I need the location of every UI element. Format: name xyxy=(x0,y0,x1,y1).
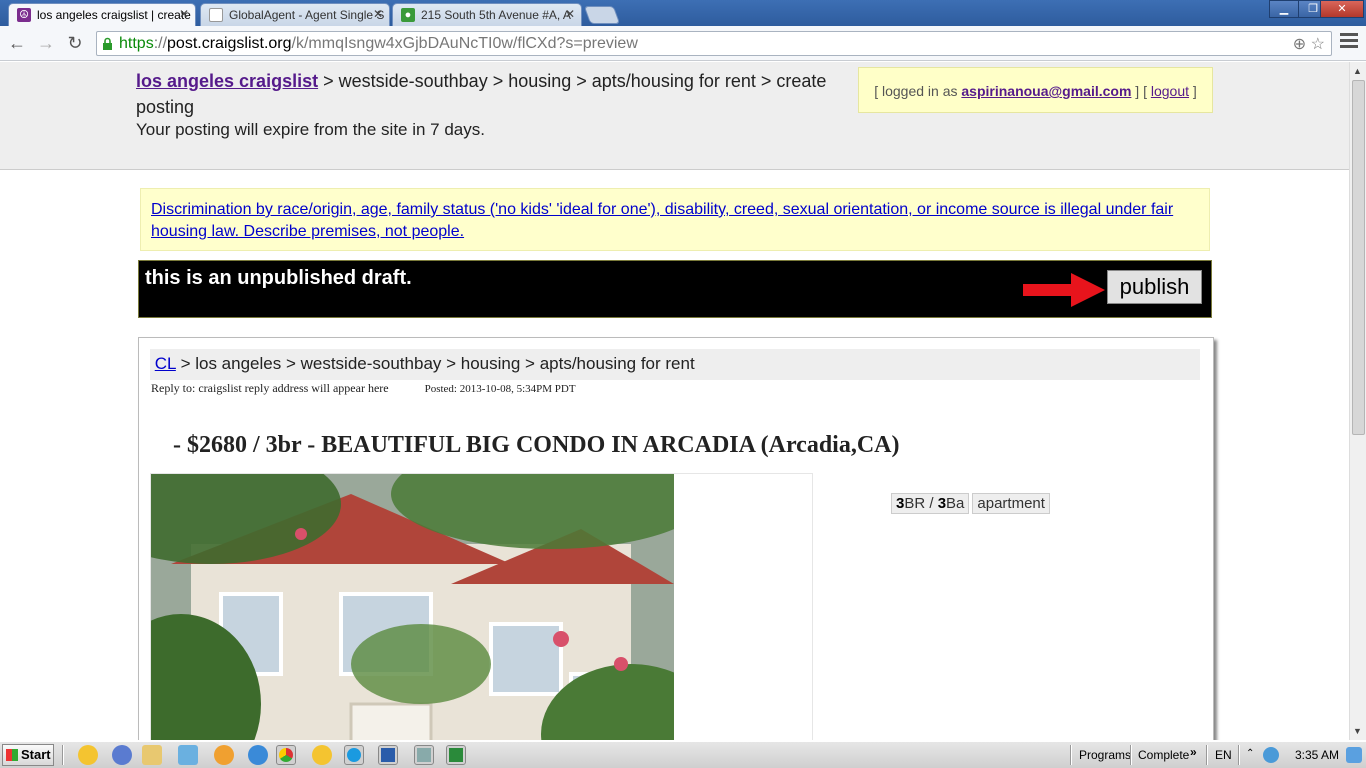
peace-icon: ☮ xyxy=(17,8,31,22)
zoom-icon[interactable]: ⊕ xyxy=(1293,36,1306,53)
start-label: Start xyxy=(21,747,51,762)
excel-icon[interactable] xyxy=(446,745,466,765)
page-viewport: los angeles craigslist > westside-southb… xyxy=(0,62,1349,740)
header-breadcrumb: los angeles craigslist > westside-southb… xyxy=(136,68,846,120)
app-icon[interactable] xyxy=(112,745,132,765)
page-icon xyxy=(209,8,223,22)
scrollbar-thumb[interactable] xyxy=(1352,80,1365,435)
bookmark-star-icon[interactable]: ☆ xyxy=(1311,36,1325,53)
house-photo-illustration xyxy=(151,474,674,740)
tab-title: 215 South 5th Avenue #A, A xyxy=(421,8,571,22)
close-icon[interactable]: ✕ xyxy=(179,7,189,21)
bathroom-label: Ba xyxy=(946,495,965,512)
listing-photo[interactable] xyxy=(151,474,674,740)
clock[interactable]: 3:35 AM xyxy=(1295,748,1339,762)
smiley-icon[interactable] xyxy=(78,745,98,765)
logout-link[interactable]: logout xyxy=(1151,83,1189,99)
publish-button[interactable]: publish xyxy=(1107,270,1202,304)
programs-toolbar[interactable]: Programs xyxy=(1079,748,1131,762)
bed-bath-attribute: 3BR / 3Ba xyxy=(891,493,970,514)
map-pin-icon: ● xyxy=(401,8,415,22)
expire-notice: Your posting will expire from the site i… xyxy=(136,120,485,139)
site-home-link[interactable]: los angeles craigslist xyxy=(136,71,318,91)
chrome-icon[interactable] xyxy=(276,745,296,765)
start-button[interactable]: Start xyxy=(2,744,54,766)
tab-strip: ☮ los angeles craigslist | create ✕ Glob… xyxy=(0,0,1366,26)
lock-icon xyxy=(103,37,112,50)
browser-toolbar: ← → ↻ https://post.craigslist.org/k/mmqI… xyxy=(0,26,1366,61)
folder-icon[interactable] xyxy=(142,745,162,765)
posted-date: Posted: 2013-10-08, 5:34PM PDT xyxy=(424,383,576,395)
taskbar-separator xyxy=(1070,745,1072,765)
reply-to-text: Reply to: craigslist reply address will … xyxy=(151,381,389,395)
fair-housing-notice: Discrimination by race/origin, age, fami… xyxy=(140,188,1210,251)
taskbar-separator xyxy=(62,745,64,765)
skype-icon[interactable] xyxy=(344,745,364,765)
listing-attributes: 3BR / 3Ba apartment xyxy=(891,493,1053,514)
login-status-box: [ logged in as aspirinanoua@gmail.com ] … xyxy=(858,67,1213,113)
login-middle: ] [ xyxy=(1131,83,1151,99)
taskbar: Start Programs Complete » EN ⌃ 3:35 AM xyxy=(0,741,1366,768)
login-prefix: [ logged in as xyxy=(874,83,962,99)
language-indicator[interactable]: EN xyxy=(1215,748,1232,762)
posting-title: - $2680 / 3br - BEAUTIFUL BIG CONDO IN A… xyxy=(173,432,900,458)
complete-toolbar[interactable]: Complete xyxy=(1138,748,1189,762)
tab-map[interactable]: ● 215 South 5th Avenue #A, A ✕ xyxy=(392,3,582,26)
url-scheme: https xyxy=(119,35,154,52)
messenger-icon[interactable] xyxy=(214,745,234,765)
taskbar-separator xyxy=(1206,745,1208,765)
network-icon[interactable] xyxy=(1263,747,1279,763)
scroll-down-icon[interactable]: ▼ xyxy=(1353,726,1362,736)
bathroom-count: 3 xyxy=(937,495,947,512)
posting-breadcrumb-rest: > los angeles > westside-southbay > hous… xyxy=(175,354,695,373)
bedroom-label: BR / xyxy=(904,495,938,512)
smiley-icon[interactable] xyxy=(312,745,332,765)
back-icon[interactable]: ← xyxy=(6,32,28,54)
tab-title: GlobalAgent - Agent Single S xyxy=(229,8,385,22)
show-desktop-icon[interactable] xyxy=(1346,747,1362,763)
taskbar-separator xyxy=(1130,745,1132,765)
posting-preview: CL > los angeles > westside-southbay > h… xyxy=(138,337,1214,740)
tab-globalagent[interactable]: GlobalAgent - Agent Single S ✕ xyxy=(200,3,390,26)
tab-title: los angeles craigslist | create xyxy=(37,8,191,22)
fair-housing-link[interactable]: Discrimination by race/origin, age, fami… xyxy=(151,201,1173,240)
ie-icon[interactable] xyxy=(248,745,268,765)
scroll-up-icon[interactable]: ▲ xyxy=(1353,66,1362,76)
posting-breadcrumb: CL > los angeles > westside-southbay > h… xyxy=(150,349,1200,380)
feather-icon[interactable] xyxy=(178,745,198,765)
address-bar[interactable]: https://post.craigslist.org/k/mmqIsngw4x… xyxy=(96,31,1332,56)
draft-bar: this is an unpublished draft. publish xyxy=(138,260,1212,318)
reload-icon[interactable]: ↻ xyxy=(64,32,86,54)
close-icon[interactable]: ✕ xyxy=(565,7,575,21)
url-path: /k/mmqIsngw4xGjbDAuNcTI0w/flCXd?s=previe… xyxy=(291,35,638,52)
close-icon[interactable]: ✕ xyxy=(373,7,383,21)
login-suffix: ] xyxy=(1189,83,1197,99)
url-separator: :// xyxy=(153,35,168,52)
housing-type-attribute: apartment xyxy=(972,493,1050,514)
word-icon[interactable] xyxy=(378,745,398,765)
new-tab-button[interactable] xyxy=(583,6,621,24)
image-gallery xyxy=(150,473,813,740)
windows-flag-icon xyxy=(6,749,18,761)
forward-icon[interactable]: → xyxy=(35,32,57,54)
chevron-icon[interactable]: » xyxy=(1190,745,1197,759)
craigslist-header: los angeles craigslist > westside-southb… xyxy=(0,62,1349,170)
tab-craigslist[interactable]: ☮ los angeles craigslist | create ✕ xyxy=(8,3,196,26)
cl-home-link[interactable]: CL xyxy=(155,354,176,373)
tray-expand-icon[interactable]: ⌃ xyxy=(1246,748,1254,759)
close-window-button[interactable]: ✕ xyxy=(1320,0,1364,18)
url-host: post.craigslist.org xyxy=(167,35,292,52)
red-arrow-icon xyxy=(1023,273,1105,307)
browser-menu-icon[interactable] xyxy=(1340,33,1358,51)
minimize-button[interactable]: ▁ xyxy=(1269,0,1299,18)
vertical-scrollbar[interactable]: ▲ ▼ xyxy=(1349,62,1366,740)
account-email-link[interactable]: aspirinanoua@gmail.com xyxy=(961,83,1131,99)
taskbar-separator xyxy=(1238,745,1240,765)
draft-message: this is an unpublished draft. xyxy=(145,267,412,289)
posting-meta: Reply to: craigslist reply address will … xyxy=(151,381,576,396)
app-icon[interactable] xyxy=(414,745,434,765)
